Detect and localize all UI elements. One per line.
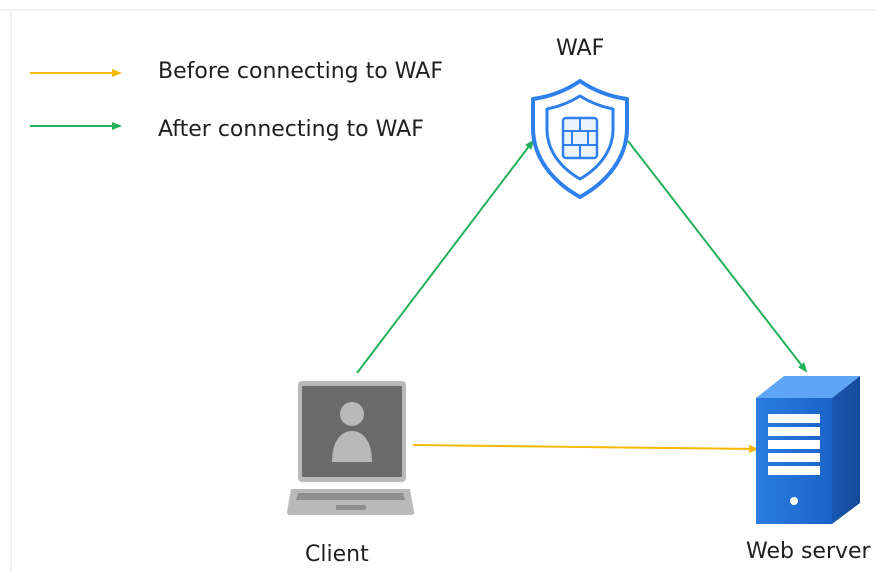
legend-after-label: After connecting to WAF (158, 117, 424, 142)
client-to-server-arrow (412, 444, 759, 453)
web-server-label: Web server (746, 539, 871, 564)
client-to-waf-arrow (356, 139, 535, 374)
waf-connection-diagram: Before connecting to WAF After connectin… (0, 0, 876, 572)
laptop-user-icon (287, 381, 414, 515)
client-label: Client (305, 542, 369, 567)
diagram-canvas (0, 9, 876, 572)
legend-before-label: Before connecting to WAF (158, 59, 443, 84)
shield-icon (531, 79, 629, 199)
server-icon (756, 376, 860, 524)
waf-to-server-arrow (627, 140, 808, 373)
waf-label: WAF (556, 36, 605, 61)
